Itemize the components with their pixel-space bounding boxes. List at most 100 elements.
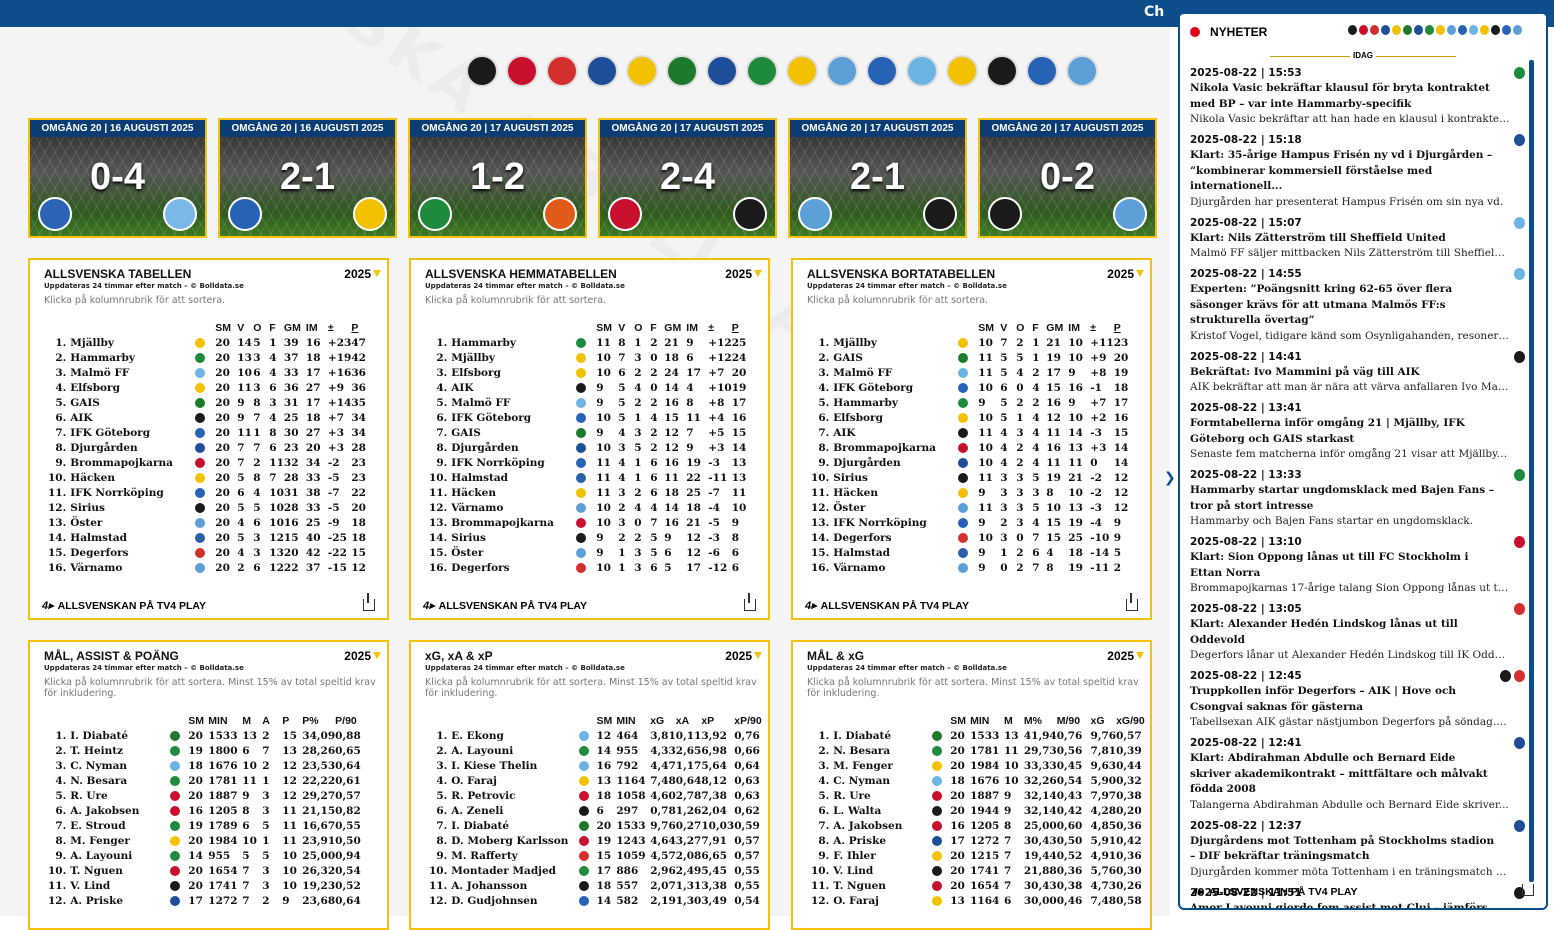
column-header[interactable]: SM	[188, 713, 208, 728]
table-row[interactable]: 3. Malmö FF 20 10 6 4 33 17 +16 36	[48, 365, 366, 380]
column-header[interactable]: MIN	[970, 713, 1004, 728]
season-select[interactable]: 2025	[1107, 267, 1134, 281]
column-header[interactable]: V	[1000, 320, 1016, 335]
match-card[interactable]: OMGÅNG 20 | 17 AUGUSTI 2025 2-4	[598, 118, 777, 238]
news-headline[interactable]: Djurgårdens mot Tottenham på Stockholms …	[1190, 834, 1500, 865]
column-header[interactable]: ±	[1090, 320, 1113, 335]
column-header[interactable]: P	[351, 320, 366, 335]
column-header[interactable]: SM	[215, 320, 237, 335]
news-item[interactable]: 2025-08-22 | 13:10 Klart: Sion Oppong lån…	[1190, 535, 1525, 596]
team-logo-icon[interactable]	[586, 55, 618, 87]
news-headline[interactable]: Bekräftat: Ivo Mammini på väg till AIK	[1190, 365, 1500, 381]
table-row[interactable]: 16. Värnamo 9 0 2 7 8 19 -11 2	[811, 560, 1128, 575]
table-row[interactable]: 3. C. Nyman 18 1676 10 2 12 23,53 0,64	[48, 758, 369, 773]
column-header[interactable]: xG/90	[1116, 713, 1150, 728]
column-header[interactable]: xP/90	[734, 713, 768, 728]
column-header[interactable]: xG	[650, 713, 676, 728]
season-dropdown-icon[interactable]	[1136, 270, 1144, 277]
news-headline[interactable]: Formtabellerna inför omgång 21 | Mjällby…	[1190, 416, 1500, 447]
team-logo-icon[interactable]	[906, 55, 938, 87]
column-header[interactable]: F	[1032, 320, 1046, 335]
table-row[interactable]: 4. N. Besara 20 1781 11 1 12 22,22 0,61	[48, 773, 369, 788]
column-header[interactable]: A	[262, 713, 282, 728]
table-row[interactable]: 7. IFK Göteborg 20 11 1 8 30 27 +3 34	[48, 425, 366, 440]
table-row[interactable]: 1. Mjällby 10 7 2 1 21 10 +11 23	[811, 335, 1128, 350]
season-dropdown-icon[interactable]	[373, 270, 381, 277]
table-row[interactable]: 2. A. Layouni 14 955 4,33 2,65 6,98 0,66	[429, 743, 768, 758]
share-icon[interactable]	[744, 593, 756, 611]
table-row[interactable]: 3. Elfsborg 10 6 2 2 24 17 +7 20	[429, 365, 746, 380]
column-header[interactable]: O	[634, 320, 650, 335]
news-item[interactable]: 2025-08-22 | 14:55 Experten: ”Poängsnitt …	[1190, 267, 1525, 344]
column-header[interactable]: GM	[664, 320, 686, 335]
match-card[interactable]: OMGÅNG 20 | 17 AUGUSTI 2025 1-2	[408, 118, 587, 238]
news-scrollbar[interactable]	[1529, 60, 1534, 882]
table-row[interactable]: 7. AIK 11 4 3 4 11 14 -3 15	[811, 425, 1128, 440]
season-select[interactable]: 2025	[725, 649, 752, 663]
column-header[interactable]: P	[282, 713, 302, 728]
table-row[interactable]: 5. GAIS 20 9 8 3 31 17 +14 35	[48, 395, 366, 410]
table-row[interactable]: 5. Malmö FF 9 5 2 2 16 8 +8 17	[429, 395, 746, 410]
news-headline[interactable]: Klart: Nils Zätterström till Sheffield U…	[1190, 231, 1500, 247]
table-row[interactable]: 2. Mjällby 10 7 3 0 18 6 +12 24	[429, 350, 746, 365]
column-header[interactable]: V	[237, 320, 253, 335]
table-row[interactable]: 12. Öster 11 3 3 5 10 13 -3 12	[811, 500, 1128, 515]
season-select[interactable]: 2025	[725, 267, 752, 281]
table-row[interactable]: 4. C. Nyman 18 1676 10 32,26 0,54 5,90 0,32	[811, 773, 1150, 788]
column-header[interactable]: GM	[1046, 320, 1068, 335]
column-header[interactable]: M	[242, 713, 262, 728]
team-logo-icon[interactable]	[786, 55, 818, 87]
table-row[interactable]: 6. A. Jakobsen 16 1205 8 3 11 21,15 0,82	[48, 803, 369, 818]
team-logo-icon[interactable]	[1066, 55, 1098, 87]
table-row[interactable]: 6. L. Walta 20 1944 9 32,14 0,42 4,28 0,20	[811, 803, 1150, 818]
column-header[interactable]: SM	[596, 320, 618, 335]
table-row[interactable]: 2. GAIS 11 5 5 1 19 10 +9 20	[811, 350, 1128, 365]
team-filter-icon[interactable]	[1502, 25, 1511, 35]
team-logo-icon[interactable]	[746, 55, 778, 87]
table-row[interactable]: 9. IFK Norrköping 11 4 1 6 16 19 -3 13	[429, 455, 746, 470]
news-headline[interactable]: Klart: Alexander Hedén Lindskog lånas ut…	[1190, 617, 1500, 648]
table-row[interactable]: 5. R. Ure 20 1887 9 3 12 29,27 0,57	[48, 788, 369, 803]
table-row[interactable]: 12. A. Priske 17 1272 7 2 9 23,68 0,64	[48, 893, 369, 908]
news-item[interactable]: 2025-08-22 | 13:41 Formtabellerna inför o…	[1190, 401, 1525, 462]
table-row[interactable]: 6. IFK Göteborg 10 5 1 4 15 11 +4 16	[429, 410, 746, 425]
news-item[interactable]: 2025-08-22 | 15:18 Klart: 35-årige Hampus…	[1190, 133, 1525, 210]
match-card[interactable]: OMGÅNG 20 | 17 AUGUSTI 2025 2-1	[788, 118, 967, 238]
column-header[interactable]: F	[269, 320, 284, 335]
table-row[interactable]: 12. O. Faraj 13 1164 6 30,00 0,46 7,48 0,58	[811, 893, 1150, 908]
column-header[interactable]: ±	[708, 320, 731, 335]
season-dropdown-icon[interactable]	[1136, 652, 1144, 659]
column-header[interactable]: xP	[701, 713, 734, 728]
table-row[interactable]: 12. Värnamo 10 2 4 4 14 18 -4 10	[429, 500, 746, 515]
table-row[interactable]: 7. I. Diabaté 20 1533 9,76 0,27 10,03 0,59	[429, 818, 768, 833]
column-header[interactable]: IM	[306, 320, 328, 335]
team-logo-icon[interactable]	[546, 55, 578, 87]
news-item[interactable]: 2025-08-22 | 12:37 Djurgårdens mot Totten…	[1190, 819, 1525, 880]
table-row[interactable]: 14. Sirius 9 2 2 5 9 12 -3 8	[429, 530, 746, 545]
table-row[interactable]: 7. GAIS 9 4 3 2 12 7 +5 15	[429, 425, 746, 440]
team-logo-icon[interactable]	[946, 55, 978, 87]
season-select[interactable]: 2025	[1107, 649, 1134, 663]
table-row[interactable]: 1. Mjällby 20 14 5 1 39 16 +23 47	[48, 335, 366, 350]
column-header[interactable]: IM	[686, 320, 708, 335]
table-row[interactable]: 10. Häcken 20 5 8 7 28 33 -5 23	[48, 470, 366, 485]
team-filter-icon[interactable]	[1370, 25, 1379, 35]
season-select[interactable]: 2025	[344, 267, 371, 281]
season-dropdown-icon[interactable]	[754, 270, 762, 277]
news-item[interactable]: 2025-08-22 | 12:41 Klart: Abdirahman Abdu…	[1190, 736, 1525, 813]
team-filter-icon[interactable]	[1491, 25, 1500, 35]
team-logo-icon[interactable]	[826, 55, 858, 87]
table-row[interactable]: 1. I. Diabaté 20 1533 13 2 15 34,09 0,88	[48, 728, 369, 743]
table-row[interactable]: 9. A. Layouni 14 955 5 5 10 25,00 0,94	[48, 848, 369, 863]
news-item[interactable]: 2025-08-22 | 15:07 Klart: Nils Zätterströ…	[1190, 216, 1525, 262]
table-row[interactable]: 15. Degerfors 20 4 3 13 20 42 -22 15	[48, 545, 366, 560]
table-row[interactable]: 5. R. Ure 20 1887 9 32,14 0,43 7,97 0,38	[811, 788, 1150, 803]
table-row[interactable]: 8. A. Priske 17 1272 7 30,43 0,50 5,91 0,42	[811, 833, 1150, 848]
table-row[interactable]: 12. Sirius 20 5 5 10 28 33 -5 20	[48, 500, 366, 515]
table-row[interactable]: 13. Öster 20 4 6 10 16 25 -9 18	[48, 515, 366, 530]
table-row[interactable]: 2. N. Besara 20 1781 11 29,73 0,56 7,81 0,39	[811, 743, 1150, 758]
news-item[interactable]: 2025-08-22 | 14:41 Bekräftat: Ivo Mammini…	[1190, 350, 1525, 396]
news-footer[interactable]: 4▸ ALLSVENSKAN PÅ TV4 PLAY	[1192, 886, 1358, 898]
team-logo-icon[interactable]	[506, 55, 538, 87]
table-row[interactable]: 15. Halmstad 9 1 2 6 4 18 -14 5	[811, 545, 1128, 560]
